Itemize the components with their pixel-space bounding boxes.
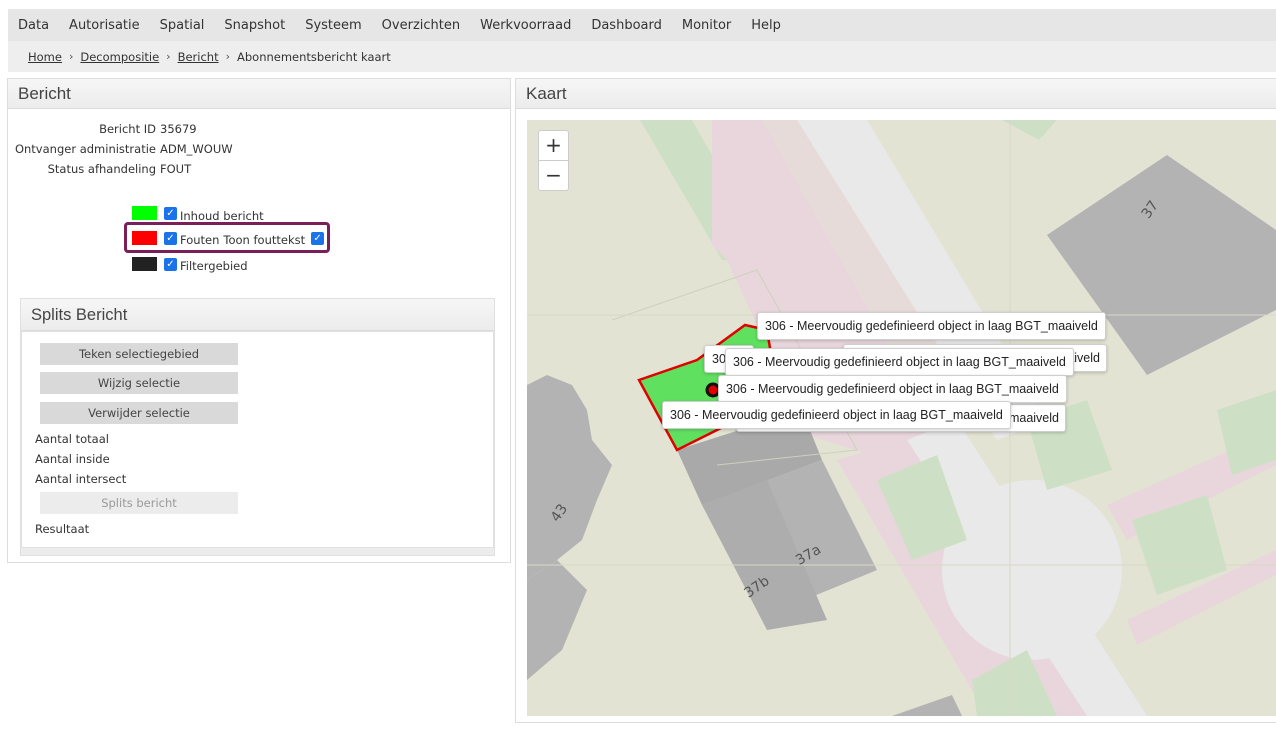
legend-filtergebied-label: Filtergebied xyxy=(180,259,248,273)
chevron-right-icon: › xyxy=(68,50,74,63)
checkbox-filtergebied[interactable]: ✓ xyxy=(164,257,177,271)
menu-dashboard[interactable]: Dashboard xyxy=(591,18,662,33)
wijzig-selectie-button[interactable]: Wijzig selectie xyxy=(40,372,238,394)
menu-snapshot[interactable]: Snapshot xyxy=(224,18,285,33)
chevron-right-icon: › xyxy=(166,50,171,63)
breadcrumb-decompositie-link[interactable]: Decompositie xyxy=(80,50,159,64)
zoom-out-button[interactable]: − xyxy=(539,161,568,191)
aantal-intersect-label: Aantal intersect xyxy=(35,472,127,486)
aantal-inside-label: Aantal inside xyxy=(35,452,110,466)
top-menu: Data Autorisatie Spatial Snapshot Systee… xyxy=(8,9,1276,41)
menu-monitor[interactable]: Monitor xyxy=(682,18,731,33)
zoom-in-button[interactable]: + xyxy=(539,131,568,161)
menu-data[interactable]: Data xyxy=(18,18,49,33)
field-bericht-id-value: 35679 xyxy=(160,122,197,136)
map-tooltip: 306 - Meervoudig gedefinieerd object in … xyxy=(718,375,1067,403)
menu-spatial[interactable]: Spatial xyxy=(160,18,205,33)
menu-overzichten[interactable]: Overzichten xyxy=(382,18,460,33)
menu-systeem[interactable]: Systeem xyxy=(305,18,361,33)
swatch-black xyxy=(132,257,157,271)
splits-panel-title: Splits Bericht xyxy=(21,299,494,331)
breadcrumb-bericht-link[interactable]: Bericht xyxy=(178,50,219,64)
legend-filtergebied: ✓ Filtergebied xyxy=(132,255,248,273)
field-ontvanger-value: ADM_WOUW xyxy=(160,142,233,156)
menu-werkvoorraad[interactable]: Werkvoorraad xyxy=(480,18,571,33)
breadcrumb-home-link[interactable]: Home xyxy=(28,50,62,64)
map-tooltip: 306 - Meervoudig gedefinieerd object in … xyxy=(757,312,1106,340)
map-tooltip: 306 - Meervoudig gedefinieerd object in … xyxy=(662,401,1011,429)
breadcrumb: Home › Decompositie › Bericht › Abonneme… xyxy=(8,41,1276,72)
map-tooltip: 306 - Meervoudig gedefinieerd object in … xyxy=(725,348,1074,376)
splits-bericht-button[interactable]: Splits bericht xyxy=(40,492,238,514)
field-status-value: FOUT xyxy=(160,162,192,176)
legend-inhoud-bericht: ✓ Inhoud bericht xyxy=(132,203,264,223)
breadcrumb-current: Abonnementsbericht kaart xyxy=(237,49,391,64)
kaart-panel-title: Kaart xyxy=(516,79,1276,109)
resultaat-label: Resultaat xyxy=(35,522,90,536)
splits-panel: Splits Bericht xyxy=(20,298,495,556)
chevron-right-icon: › xyxy=(225,50,230,63)
checkbox-inhoud-bericht[interactable]: ✓ xyxy=(164,206,177,220)
bericht-panel-title: Bericht xyxy=(8,79,510,109)
swatch-green xyxy=(132,206,157,220)
legend-inhoud-label: Inhoud bericht xyxy=(180,209,264,223)
menu-autorisatie[interactable]: Autorisatie xyxy=(69,18,140,33)
verwijder-selectie-button[interactable]: Verwijder selectie xyxy=(40,402,238,424)
menu-help[interactable]: Help xyxy=(751,18,781,33)
highlight-box xyxy=(124,222,330,253)
zoom-control: + − xyxy=(538,130,569,191)
aantal-totaal-label: Aantal totaal xyxy=(35,432,109,446)
teken-selectiegebied-button[interactable]: Teken selectiegebied xyxy=(40,343,238,365)
